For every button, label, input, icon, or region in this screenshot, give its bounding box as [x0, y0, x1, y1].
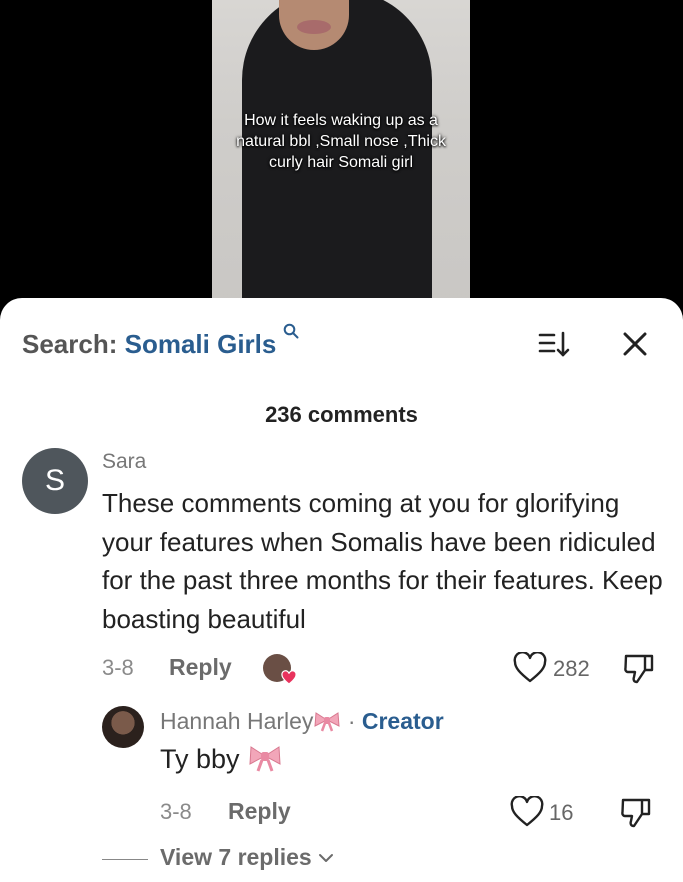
avatar[interactable]: S	[22, 448, 88, 514]
view-replies-label: View 7 replies	[160, 844, 312, 870]
comment-date: 3-8	[102, 655, 134, 680]
dislike-icon[interactable]	[623, 652, 655, 691]
sort-icon[interactable]	[538, 329, 572, 359]
bow-icon	[247, 744, 283, 774]
reply-author[interactable]: Hannah Harley · Creator	[160, 708, 444, 735]
creator-badge: Creator	[361, 708, 444, 734]
search-suggestion[interactable]: Search: Somali Girls	[22, 323, 299, 360]
bow-icon	[313, 708, 341, 734]
video-frame: How it feels waking up as a natural bbl …	[212, 0, 470, 310]
comment-text: These comments coming at you for glorify…	[102, 488, 663, 634]
reply-date: 3-8	[160, 799, 192, 824]
comment-username[interactable]: Sara	[102, 450, 146, 474]
reply-username[interactable]: Hannah Harley	[160, 708, 313, 734]
search-icon[interactable]	[278, 323, 299, 343]
chevron-down-icon	[318, 844, 334, 870]
close-icon[interactable]	[620, 329, 650, 359]
dislike-icon[interactable]	[620, 796, 652, 835]
reply-like-count: 16	[549, 800, 574, 825]
like-icon[interactable]	[513, 651, 547, 689]
caption-line: How it feels waking up as a	[244, 112, 438, 129]
video-caption: How it feels waking up as a natural bbl …	[212, 110, 470, 173]
caption-line: natural bbl ,Small nose ,Thick	[236, 133, 446, 150]
reply-text: Ty bby	[160, 744, 283, 775]
comments-sheet: Search: Somali Girls 236 comments S Sara…	[0, 298, 683, 882]
reply-button[interactable]: Reply	[169, 654, 232, 681]
like-count: 282	[553, 656, 590, 681]
reply-button[interactable]: Reply	[228, 798, 291, 825]
reply-avatar[interactable]	[102, 706, 144, 748]
caption-line: curly hair Somali girl	[268, 154, 414, 171]
divider-line	[102, 859, 148, 860]
video-player[interactable]: How it feels waking up as a natural bbl …	[0, 0, 683, 310]
comments-count: 236 comments	[265, 402, 418, 427]
heart-icon	[281, 670, 297, 686]
like-icon[interactable]	[510, 795, 544, 833]
search-prefix: Search:	[22, 329, 118, 359]
reply-text-content: Ty bby	[160, 744, 240, 774]
video-lips	[297, 20, 331, 34]
view-replies-button[interactable]: View 7 replies	[160, 844, 334, 871]
reply-separator: ·	[347, 708, 356, 734]
search-term[interactable]: Somali Girls	[125, 329, 277, 359]
